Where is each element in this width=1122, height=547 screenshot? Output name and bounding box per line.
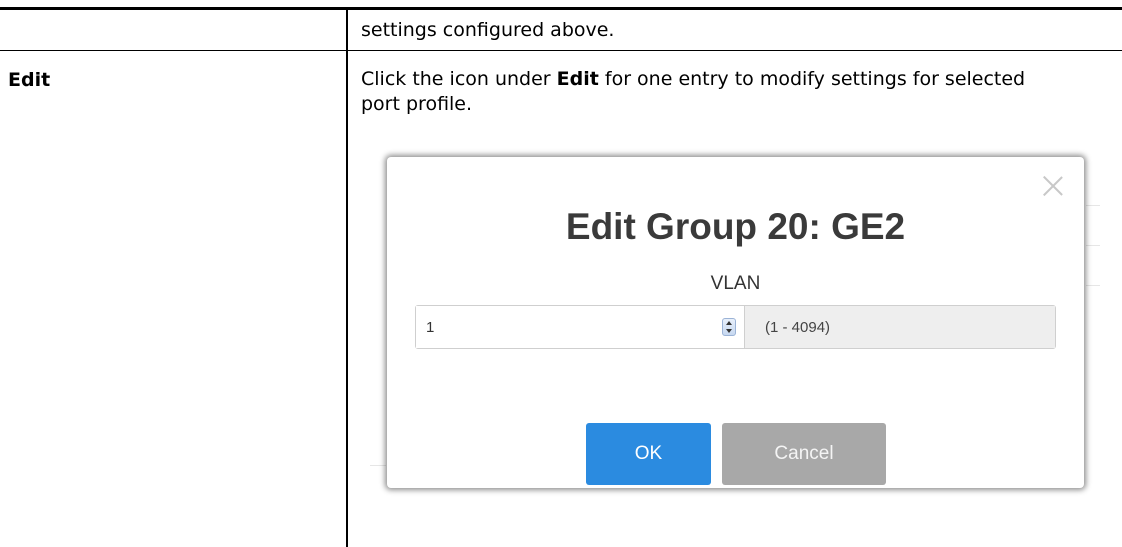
vlan-number-input[interactable]: 1 — [416, 306, 744, 348]
spinner-icon[interactable] — [722, 318, 736, 336]
table-row-divider — [0, 50, 1122, 51]
dialog-title: Edit Group 20: GE2 — [565, 206, 906, 247]
desc-bold-edit: Edit — [556, 68, 599, 90]
vlan-range-hint: (1 - 4094) — [744, 306, 1055, 348]
term-edit: Edit — [8, 69, 51, 91]
cancel-button[interactable]: Cancel — [722, 423, 886, 485]
vlan-input-group: 1 (1 - 4094) — [415, 305, 1056, 349]
edit-group-dialog: Edit Group 20: GE2 VLAN 1 (1 - 4094) OK … — [387, 157, 1084, 488]
vlan-value: 1 — [426, 318, 435, 336]
close-icon[interactable] — [1042, 175, 1064, 197]
ok-button[interactable]: OK — [586, 423, 711, 485]
edit-description: Click the icon under Edit for one entry … — [361, 67, 1061, 117]
table-column-divider — [346, 10, 348, 547]
table-top-border — [0, 7, 1122, 10]
desc-part1: Click the icon under — [361, 68, 557, 90]
vlan-label: VLAN — [710, 273, 761, 294]
previous-row-description: settings configured above. — [361, 19, 615, 41]
